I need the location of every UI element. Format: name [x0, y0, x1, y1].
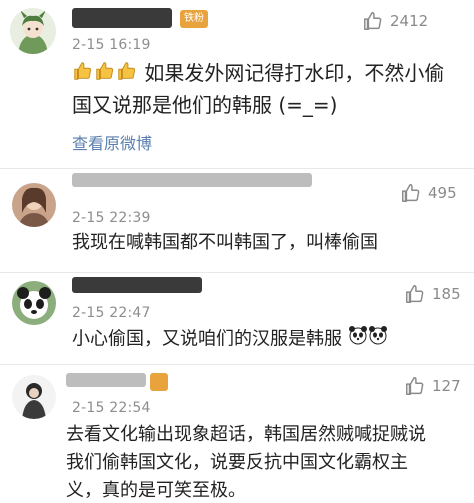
username-redacted[interactable]	[72, 173, 312, 187]
comment-text: 我现在喊韩国都不叫韩国了，叫棒偷国	[72, 232, 378, 253]
like-button[interactable]: 127	[404, 375, 461, 397]
thumbs-up-icon	[94, 60, 116, 90]
thumbs-up-icon	[406, 285, 424, 303]
fan-badge: 铁粉	[180, 10, 208, 28]
like-count: 495	[428, 184, 457, 202]
thumbs-up-icon	[116, 60, 138, 90]
avatar[interactable]	[12, 183, 56, 227]
thumbs-up-icon	[72, 60, 94, 90]
comment-time: 2-15 16:19	[72, 37, 151, 53]
comment-text-line3: 义，真的是可笑至极。	[66, 480, 246, 501]
like-button[interactable]: 2412	[362, 10, 428, 32]
comment-card: 铁粉 2412 2-15 16:19 如果发外网记得打水印，不然小偷 国又说那是…	[0, 0, 474, 168]
avatar[interactable]	[12, 375, 56, 419]
panda-face-icon	[368, 325, 388, 354]
thumbs-up-icon	[406, 377, 424, 395]
comment-text-line2: 我们偷韩国文化，说要反抗中国文化霸权主	[66, 452, 408, 473]
comment-text-body: 小心偷国，又说咱们的汉服是韩服	[72, 328, 342, 350]
avatar[interactable]	[12, 281, 56, 325]
comment-text: 如果发外网记得打水印，不然小偷 国又说那是他们的韩服 (=_=)	[72, 58, 467, 120]
comment-time: 2-15 22:39	[72, 210, 151, 226]
comment-text-line2: 国又说那是他们的韩服 (=_=)	[72, 92, 338, 117]
panda-face-icon	[348, 325, 368, 354]
comment-text: 去看文化输出现象超话，韩国居然贼喊捉贼说 我们偷韩国文化，说要反抗中国文化霸权主…	[66, 421, 466, 503]
avatar[interactable]	[10, 8, 56, 54]
fan-badge-label: 铁粉	[184, 13, 204, 24]
view-original-post-link[interactable]: 查看原微博	[72, 130, 152, 154]
username-redacted[interactable]	[72, 277, 202, 293]
comment-card: 127 2-15 22:54 去看文化输出现象超话，韩国居然贼喊捉贼说 我们偷韩…	[0, 364, 474, 503]
thumbs-up-icon	[364, 12, 382, 30]
like-count: 185	[432, 285, 461, 303]
username-redacted[interactable]	[66, 373, 146, 387]
comment-time: 2-15 22:47	[72, 305, 151, 321]
comment-card: 495 2-15 22:39 我现在喊韩国都不叫韩国了，叫棒偷国	[0, 168, 474, 272]
comment-time: 2-15 22:54	[72, 400, 151, 416]
like-count: 2412	[390, 12, 429, 30]
comment-text-line1: 去看文化输出现象超话，韩国居然贼喊捉贼说	[66, 424, 426, 445]
fan-badge-icon	[150, 373, 168, 391]
comment-text: 小心偷国，又说咱们的汉服是韩服	[72, 325, 467, 354]
thumbs-up-icon	[402, 184, 420, 202]
username-redacted[interactable]	[72, 8, 172, 28]
like-button[interactable]: 185	[404, 283, 461, 305]
like-button[interactable]: 495	[400, 182, 457, 204]
comment-card: 185 2-15 22:47 小心偷国，又说咱们的汉服是韩服	[0, 272, 474, 364]
like-count: 127	[432, 377, 461, 395]
comment-text-line1: 如果发外网记得打水印，不然小偷	[144, 61, 445, 85]
